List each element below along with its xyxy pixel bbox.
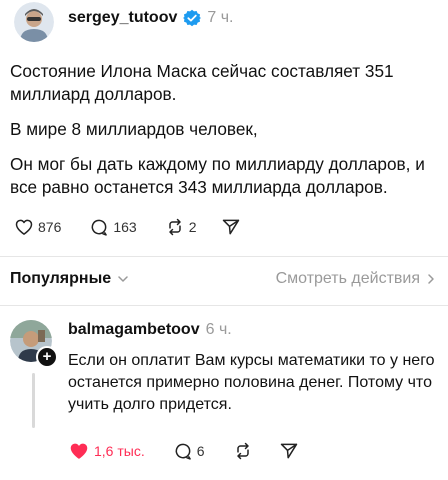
repost-button[interactable]: 2 (165, 217, 197, 237)
send-icon (280, 443, 297, 459)
section-divider (0, 256, 448, 257)
share-button[interactable] (221, 217, 241, 237)
threads-post-screen: sergey_tutoov 7 ч. Состояние Илона Маска… (0, 0, 448, 480)
chevron-right-icon (428, 274, 434, 284)
thread-line (32, 373, 35, 428)
replies-filter-dropdown[interactable]: Популярные (10, 270, 129, 288)
like-button[interactable]: 876 (14, 217, 61, 237)
replies-filter-label: Популярные (10, 270, 112, 287)
reply-comment-button[interactable]: 6 (173, 441, 205, 461)
see-activity-label: Смотреть действия (275, 270, 420, 287)
reply-username[interactable]: balmagambetoov (68, 321, 200, 339)
repost-icon (236, 442, 249, 460)
heart-icon (70, 443, 88, 459)
reply-actions: 1,6 тыс. 6 (68, 440, 299, 462)
post-actions: 876 163 2 (14, 217, 241, 237)
replies-divider (0, 305, 448, 306)
chevron-down-icon (118, 276, 128, 282)
verified-badge-icon (183, 9, 202, 27)
reply-like-count: 1,6 тыс. (94, 443, 145, 459)
reply-comment-count: 6 (196, 443, 205, 459)
repost-count: 2 (188, 219, 197, 235)
reply-share-button[interactable] (279, 441, 299, 461)
like-count: 876 (38, 219, 62, 235)
comment-button[interactable]: 163 (89, 217, 137, 237)
author-username[interactable]: sergey_tutoov (68, 9, 177, 27)
see-activity-link[interactable]: Смотреть действия (276, 270, 436, 288)
post-paragraph-1: Состояние Илона Маска сейчас составляет … (10, 61, 394, 104)
post-timestamp: 7 ч. (207, 9, 234, 26)
post-author-row: sergey_tutoov 7 ч. (68, 9, 234, 27)
reply-timestamp: 6 ч. (205, 321, 232, 338)
post-paragraph-3: Он мог бы дать каждому по миллиарду долл… (10, 154, 425, 197)
reply-repost-button[interactable] (233, 441, 253, 461)
reply-author-row: balmagambetoov 6 ч. (68, 321, 232, 339)
post-paragraph-2: В мире 8 миллиардов человек, (10, 119, 258, 139)
author-avatar[interactable] (14, 2, 54, 42)
repost-icon (168, 218, 181, 236)
reply-text: Если он оплатит Вам курсы математики то … (68, 352, 435, 413)
comment-count: 163 (113, 219, 137, 235)
comment-bubble-icon (91, 219, 108, 236)
comment-bubble-icon (175, 443, 191, 460)
send-icon (222, 219, 239, 235)
follow-plus-button[interactable]: + (36, 346, 58, 368)
heart-icon (15, 219, 33, 235)
reply-like-button[interactable]: 1,6 тыс. (68, 440, 145, 462)
